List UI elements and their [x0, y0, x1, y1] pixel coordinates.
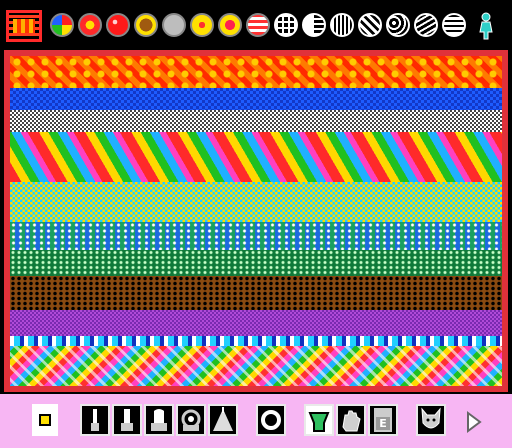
thick-brush-button[interactable]: [144, 404, 174, 436]
dog-head-icon: [421, 407, 441, 429]
thin-brush-icon: [91, 409, 99, 431]
half-grid-icon[interactable]: [302, 13, 326, 37]
red-flower-ball-icon[interactable]: [78, 13, 102, 37]
eraser-button[interactable]: E: [368, 404, 398, 436]
figure-icon[interactable]: [478, 12, 494, 40]
grid-icon[interactable]: [274, 13, 298, 37]
band-red-orange-pattern: [10, 56, 502, 88]
band-grey-noise: [10, 110, 502, 132]
paint-fill-button[interactable]: [304, 404, 334, 436]
multicolor-ball-icon[interactable]: [50, 13, 74, 37]
clear-hand-button[interactable]: [336, 404, 366, 436]
plaid-icon[interactable]: [246, 13, 270, 37]
thick-brush-icon: [151, 409, 167, 431]
canvas-frame: [0, 48, 512, 394]
dots-icon[interactable]: [330, 13, 354, 37]
yellow-swatch-icon: [39, 414, 51, 426]
swirl-icon[interactable]: [386, 13, 410, 37]
diagonal-stripes-icon[interactable]: [358, 13, 382, 37]
eraser-icon: E: [374, 408, 392, 432]
band-cyan-zigzag: [10, 336, 502, 346]
pattern-current-icon[interactable]: [6, 10, 42, 42]
brown-disc-icon[interactable]: [134, 13, 158, 37]
heart-icon[interactable]: [218, 13, 242, 37]
band-green-dots: [10, 250, 502, 276]
color-swatch-button[interactable]: [32, 404, 58, 436]
palette-bar: [0, 0, 512, 48]
band-rainbow-diagonal: [10, 132, 502, 182]
grey-disc-icon[interactable]: [162, 13, 186, 37]
scribble-icon[interactable]: [414, 13, 438, 37]
spotlight-icon: [213, 407, 233, 431]
next-page-button[interactable]: [464, 410, 484, 434]
drawing-canvas[interactable]: [4, 50, 508, 392]
spotlight-button[interactable]: [208, 404, 238, 436]
band-blue-checker: [10, 88, 502, 110]
stripes-icon[interactable]: [442, 13, 466, 37]
band-blue-green-sparkle: [10, 222, 502, 250]
hand-icon: [342, 410, 361, 432]
next-arrow-icon: [467, 411, 482, 433]
dog-head-button[interactable]: [416, 404, 446, 436]
circle-icon: [261, 410, 281, 430]
thin-brush-button[interactable]: [80, 404, 110, 436]
paint-fill-icon: [308, 412, 330, 432]
spray-can-icon: [181, 409, 201, 431]
medium-brush-icon: [121, 409, 133, 431]
flower-icon[interactable]: [190, 13, 214, 37]
band-purple-mesh: [10, 310, 502, 336]
band-brown-speckle: [10, 276, 502, 310]
spray-can-button[interactable]: [176, 404, 206, 436]
circle-stamp-button[interactable]: [256, 404, 286, 436]
eraser-label: E: [376, 417, 390, 430]
tool-bar: E: [0, 394, 512, 448]
red-ball-icon[interactable]: [106, 13, 130, 37]
band-multicolor-noise: [10, 182, 502, 222]
medium-brush-button[interactable]: [112, 404, 142, 436]
